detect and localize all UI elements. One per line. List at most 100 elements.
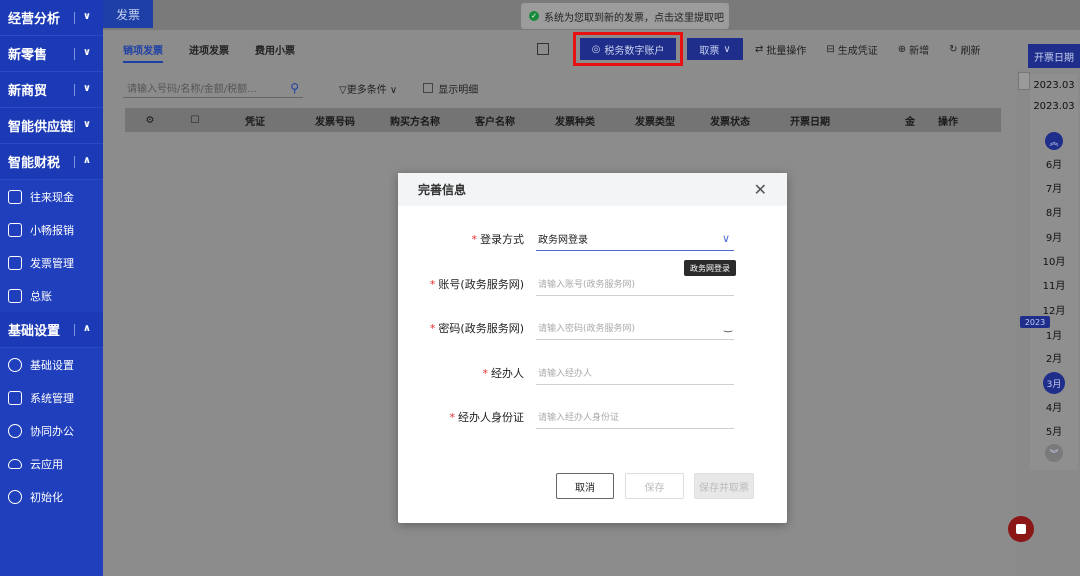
init-icon	[8, 489, 22, 504]
column-header[interactable]: 客户名称	[455, 113, 535, 128]
tax-account-label: 税务数字账户	[604, 45, 665, 57]
month-item[interactable]: 11月	[1030, 277, 1078, 292]
column-header[interactable]: 发票类型	[615, 113, 695, 128]
sidebar-item-init[interactable]: 初始化	[0, 480, 103, 513]
account-input[interactable]: 请输入账号(政务服务网)	[536, 272, 734, 296]
sidebar-item-label: 小畅报销	[30, 223, 74, 237]
batch-operation-button[interactable]: ⇄ 批量操作	[755, 42, 806, 57]
save-and-get-ticket-button[interactable]: 保存并取票	[694, 473, 754, 499]
tab-purchase-invoice[interactable]: 进项发票	[189, 42, 229, 63]
column-settings-icon[interactable]: ⚙	[125, 115, 175, 126]
month-item[interactable]: 6月	[1030, 156, 1078, 171]
sidebar-group-finance[interactable]: 智能财税 ∧	[0, 144, 103, 180]
month-item[interactable]: 5月	[1030, 423, 1078, 438]
sidebar-group-trade[interactable]: 新商贸 ∨	[0, 72, 103, 108]
handler-id-input[interactable]: 请输入经办人身份证	[536, 405, 734, 429]
sidebar-item-collab[interactable]: 协同办公	[0, 414, 103, 447]
handler-placeholder: 请输入经办人	[538, 369, 593, 379]
scroll-up-icon[interactable]: ︽	[1045, 132, 1063, 150]
sidebar-item-cash[interactable]: 往来现金	[0, 180, 103, 213]
close-icon[interactable]: ✕	[754, 180, 767, 199]
form-row-handler: * 经办人 请输入经办人	[398, 361, 787, 385]
float-action-button[interactable]	[1008, 516, 1034, 542]
month-item[interactable]: 7月	[1030, 180, 1078, 195]
tab-sales-invoice[interactable]: 销项发票	[123, 42, 163, 63]
more-label: 更多条件	[346, 84, 387, 96]
get-ticket-button[interactable]: 取票 ∨	[687, 38, 743, 60]
checkbox[interactable]	[423, 83, 434, 93]
column-header[interactable]: 购买方名称	[375, 113, 455, 128]
column-header[interactable]: 凭证	[215, 113, 295, 128]
sidebar-item-label: 系统管理	[30, 391, 74, 405]
grid-icon	[8, 222, 22, 237]
refresh-button[interactable]: ↻ 刷新	[949, 42, 980, 57]
save-button[interactable]: 保存	[625, 473, 684, 499]
settings-icon	[8, 357, 22, 372]
scroll-down-icon[interactable]: ︾	[1045, 444, 1063, 462]
filter-icon: ▽	[339, 84, 347, 96]
table-header: ⚙ ☐ 凭证 发票号码 购买方名称 客户名称 发票种类 发票类型 发票状态 开票…	[125, 108, 1001, 132]
sidebar-item-ledger[interactable]: 总账	[0, 279, 103, 312]
column-header[interactable]: 开票日期	[765, 113, 855, 128]
date-item[interactable]: 2023.03	[1030, 80, 1078, 91]
password-input[interactable]: 请输入密码(政务服务网) ‿	[536, 316, 734, 340]
sidebar-item-label: 云应用	[30, 457, 63, 471]
new-invoice-toast[interactable]: ✓ 系统为您取到新的发票，点击这里提取吧	[521, 3, 729, 29]
column-header[interactable]: 金	[855, 113, 915, 128]
field-label: * 账号(政务服务网)	[429, 278, 524, 291]
month-item-selected[interactable]: 3月	[1043, 372, 1065, 394]
form-row-account: * 账号(政务服务网) 请输入账号(政务服务网)	[398, 272, 787, 296]
sidebar-item-cloud[interactable]: 云应用	[0, 447, 103, 480]
select-all-checkbox[interactable]: ☐	[175, 115, 215, 126]
column-header[interactable]: 发票种类	[535, 113, 615, 128]
sidebar-group-base[interactable]: 基础设置 ∧	[0, 312, 103, 348]
sidebar-group-analysis[interactable]: 经营分析 ∨	[0, 0, 103, 36]
eye-icon: ◎	[591, 43, 601, 55]
generate-voucher-button[interactable]: ⊟ 生成凭证	[826, 42, 877, 57]
chevron-up-icon: ∧	[82, 323, 91, 334]
add-button[interactable]: ⊕ 新增	[898, 42, 929, 57]
eye-closed-icon[interactable]: ‿	[724, 322, 734, 333]
month-item[interactable]: 9月	[1030, 229, 1078, 244]
tax-account-button[interactable]: ◎ 税务数字账户	[580, 38, 676, 60]
check-icon: ✓	[529, 11, 539, 21]
ledger-icon	[8, 288, 22, 303]
sidebar-group-supply[interactable]: 智能供应链 ∨	[0, 108, 103, 144]
month-item[interactable]: 12月	[1030, 302, 1078, 317]
month-item[interactable]: 4月	[1030, 399, 1078, 414]
sidebar-item-expense[interactable]: 小畅报销	[0, 213, 103, 246]
month-item[interactable]: 1月	[1030, 327, 1078, 342]
sidebar-item-invoice[interactable]: 发票管理	[0, 246, 103, 279]
month-item[interactable]: 10月	[1030, 253, 1078, 268]
date-item[interactable]: 2023.03	[1030, 101, 1078, 112]
search-input[interactable]: 请输入号码/名称/金额/税额... ⚲	[123, 78, 303, 98]
tab-invoice[interactable]: 发票	[103, 0, 153, 28]
sidebar-group-retail[interactable]: 新零售 ∨	[0, 36, 103, 72]
voucher-label: 生成凭证	[837, 45, 878, 57]
search-icon[interactable]: ⚲	[290, 81, 299, 95]
show-detail-toggle[interactable]: 显示明细	[423, 81, 478, 96]
more-conditions-button[interactable]: ▽更多条件 ∨	[339, 81, 397, 96]
invoice-date-header[interactable]: 开票日期	[1028, 44, 1080, 68]
plus-circle-icon: ⊕	[897, 43, 907, 55]
month-item[interactable]: 2月	[1030, 350, 1078, 365]
account-placeholder: 请输入账号(政务服务网)	[538, 280, 636, 290]
field-label: * 密码(政务服务网)	[429, 322, 524, 335]
sidebar-item-settings[interactable]: 基础设置	[0, 348, 103, 381]
search-row: 请输入号码/名称/金额/税额... ⚲ ▽更多条件 ∨ 显示明细	[123, 78, 478, 98]
login-method-select[interactable]: 政务网登录 ∨	[536, 227, 734, 251]
month-item[interactable]: 8月	[1030, 204, 1078, 219]
handler-input[interactable]: 请输入经办人	[536, 361, 734, 385]
toast-text: 系统为您取到新的发票，点击这里提取吧	[544, 12, 724, 24]
column-header[interactable]: 发票号码	[295, 113, 375, 128]
panel-collapse-handle[interactable]	[1018, 72, 1030, 90]
column-header[interactable]: 发票状态	[695, 113, 765, 128]
sidebar-item-system[interactable]: 系统管理	[0, 381, 103, 414]
tab-expense-receipt[interactable]: 费用小票	[255, 42, 295, 63]
qrcode-icon[interactable]	[537, 43, 549, 55]
get-ticket-label: 取票	[699, 45, 720, 57]
cancel-button[interactable]: 取消	[556, 473, 614, 499]
form-row-login-method: * 登录方式 政务网登录 ∨	[398, 227, 787, 251]
chevron-up-icon: ∧	[82, 155, 91, 166]
column-header: 操作	[938, 116, 958, 128]
